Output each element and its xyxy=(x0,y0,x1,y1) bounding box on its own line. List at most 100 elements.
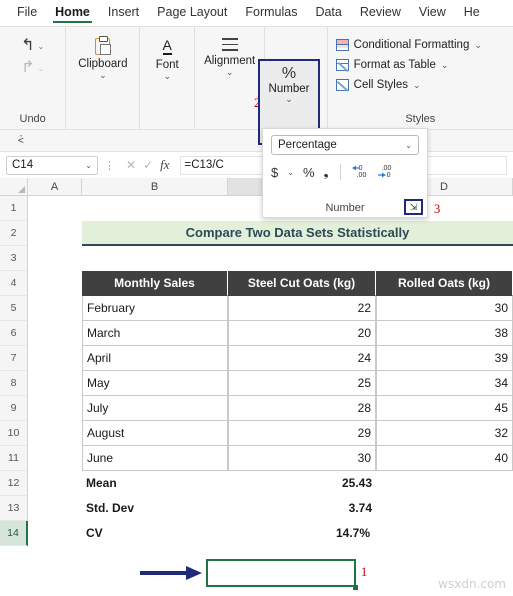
ribbon-group-clipboard[interactable]: Clipboard ⌄ xyxy=(66,27,141,129)
cell-d12[interactable] xyxy=(376,471,513,496)
ribbon-group-alignment[interactable]: Alignment ⌄ 2 xyxy=(195,27,266,129)
chevron-down-icon[interactable]: ⌄ xyxy=(441,60,449,71)
confirm-icon[interactable]: ✓ xyxy=(143,158,153,172)
stat-value-mean[interactable]: 25.43 xyxy=(228,471,376,496)
cell-rolled[interactable]: 34 xyxy=(376,371,513,396)
row-header-7[interactable]: 7 xyxy=(0,346,28,371)
cell-month[interactable]: April xyxy=(82,346,228,371)
alignment-button[interactable]: Alignment ⌄ xyxy=(198,35,261,80)
redo-icon[interactable]: ↱ xyxy=(21,60,34,76)
increase-decimal-icon[interactable]: .00 0 xyxy=(377,165,395,180)
cell-steel-cut[interactable]: 28 xyxy=(228,396,376,421)
cell-rolled[interactable]: 39 xyxy=(376,346,513,371)
row-header-1[interactable]: 1 xyxy=(0,196,28,221)
cell-a14[interactable] xyxy=(28,521,82,546)
name-box[interactable]: C14 ⌄ xyxy=(6,155,98,175)
fill-handle[interactable] xyxy=(353,585,358,590)
chevron-down-icon[interactable]: ⌄ xyxy=(285,95,293,104)
row-header-10[interactable]: 10 xyxy=(0,421,28,446)
cell-a6[interactable] xyxy=(28,321,82,346)
column-header-b[interactable]: B xyxy=(82,178,228,196)
select-all-corner[interactable] xyxy=(0,178,28,196)
cell-a3[interactable] xyxy=(28,246,82,271)
stat-value-std-dev[interactable]: 3.74 xyxy=(228,496,376,521)
row-header-8[interactable]: 8 xyxy=(0,371,28,396)
comma-style-icon[interactable]: ❟ xyxy=(324,164,329,180)
table-header-steel-cut-oats[interactable]: Steel Cut Oats (kg) xyxy=(228,271,376,296)
font-button[interactable]: A Font ⌄ xyxy=(150,35,185,84)
cell-steel-cut[interactable]: 25 xyxy=(228,371,376,396)
tab-view[interactable]: View xyxy=(410,3,455,23)
cancel-icon[interactable]: ✕ xyxy=(126,158,136,172)
cell-d3[interactable] xyxy=(376,246,513,271)
undo-dropdown-icon[interactable]: ⌄ xyxy=(38,42,45,51)
percent-style-icon[interactable]: % xyxy=(303,165,315,180)
cell-rolled[interactable]: 38 xyxy=(376,321,513,346)
conditional-formatting-button[interactable]: Conditional Formatting ⌄ xyxy=(334,35,484,55)
tab-help[interactable]: He xyxy=(455,3,489,23)
number-format-select[interactable]: Percentage ⌄ xyxy=(271,135,419,155)
cell-b3[interactable] xyxy=(82,246,228,271)
chevron-down-icon[interactable]: ⌄ xyxy=(405,141,412,150)
cell-month[interactable]: February xyxy=(82,296,228,321)
row-header-6[interactable]: 6 xyxy=(0,321,28,346)
cell-c3[interactable] xyxy=(228,246,376,271)
chevron-down-icon[interactable]: ⌄ xyxy=(474,40,482,51)
insert-function-icon[interactable]: fx xyxy=(160,157,169,173)
row-header-11[interactable]: 11 xyxy=(0,446,28,471)
cell-steel-cut[interactable]: 24 xyxy=(228,346,376,371)
cell-a11[interactable] xyxy=(28,446,82,471)
tab-home[interactable]: Home xyxy=(46,3,99,23)
row-header-3[interactable]: 3 xyxy=(0,246,28,271)
number-dialog-launcher[interactable]: ⇲ xyxy=(404,199,423,215)
cell-a1[interactable] xyxy=(28,196,82,221)
chevron-down-icon[interactable]: ⌄ xyxy=(99,71,107,80)
cell-rolled[interactable]: 45 xyxy=(376,396,513,421)
cell-styles-button[interactable]: Cell Styles ⌄ xyxy=(334,75,423,95)
chevron-down-icon[interactable]: ⌄ xyxy=(413,80,421,91)
cell-a2[interactable] xyxy=(28,221,82,246)
row-header-5[interactable]: 5 xyxy=(0,296,28,321)
row-header-2[interactable]: 2 xyxy=(0,221,28,246)
cell-steel-cut[interactable]: 22 xyxy=(228,296,376,321)
column-header-a[interactable]: A xyxy=(28,178,82,196)
cell-b1[interactable] xyxy=(82,196,228,221)
cell-steel-cut[interactable]: 30 xyxy=(228,446,376,471)
stat-label-std-dev[interactable]: Std. Dev xyxy=(82,496,228,521)
cell-a7[interactable] xyxy=(28,346,82,371)
sheet-banner-title[interactable]: Compare Two Data Sets Statistically xyxy=(82,221,513,246)
chevron-down-icon[interactable]: ⌄ xyxy=(163,72,171,81)
cell-d14[interactable] xyxy=(376,521,513,546)
cell-a9[interactable] xyxy=(28,396,82,421)
decrease-decimal-icon[interactable]: 0 .00 xyxy=(351,165,369,180)
cell-a10[interactable] xyxy=(28,421,82,446)
cell-month[interactable]: May xyxy=(82,371,228,396)
stat-label-cv[interactable]: CV xyxy=(82,521,228,546)
cell-steel-cut[interactable]: 20 xyxy=(228,321,376,346)
row-header-9[interactable]: 9 xyxy=(0,396,28,421)
stat-value-cv[interactable]: 14.7% xyxy=(228,521,376,546)
cell-d13[interactable] xyxy=(376,496,513,521)
cell-month[interactable]: June xyxy=(82,446,228,471)
row-header-13[interactable]: 13 xyxy=(0,496,28,521)
table-header-monthly-sales[interactable]: Monthly Sales xyxy=(82,271,228,296)
tab-review[interactable]: Review xyxy=(351,3,410,23)
cell-a12[interactable] xyxy=(28,471,82,496)
chevron-down-icon[interactable]: ⌄ xyxy=(226,68,234,77)
cell-rolled[interactable]: 30 xyxy=(376,296,513,321)
cell-month[interactable]: August xyxy=(82,421,228,446)
tab-formulas[interactable]: Formulas xyxy=(236,3,306,23)
undo-icon[interactable]: ↰ xyxy=(21,38,34,54)
currency-icon[interactable]: $ xyxy=(271,165,278,180)
cell-steel-cut[interactable]: 29 xyxy=(228,421,376,446)
tab-page-layout[interactable]: Page Layout xyxy=(148,3,236,23)
row-header-12[interactable]: 12 xyxy=(0,471,28,496)
currency-dropdown-icon[interactable]: ⌄ xyxy=(287,168,294,177)
cell-a13[interactable] xyxy=(28,496,82,521)
ribbon-group-font[interactable]: A Font ⌄ xyxy=(140,27,196,129)
tab-file[interactable]: File xyxy=(8,3,46,23)
collapse-ribbon-icon[interactable]: ⩻ xyxy=(18,135,24,146)
cell-rolled[interactable]: 40 xyxy=(376,446,513,471)
cell-a8[interactable] xyxy=(28,371,82,396)
row-header-14[interactable]: 14 xyxy=(0,521,28,546)
